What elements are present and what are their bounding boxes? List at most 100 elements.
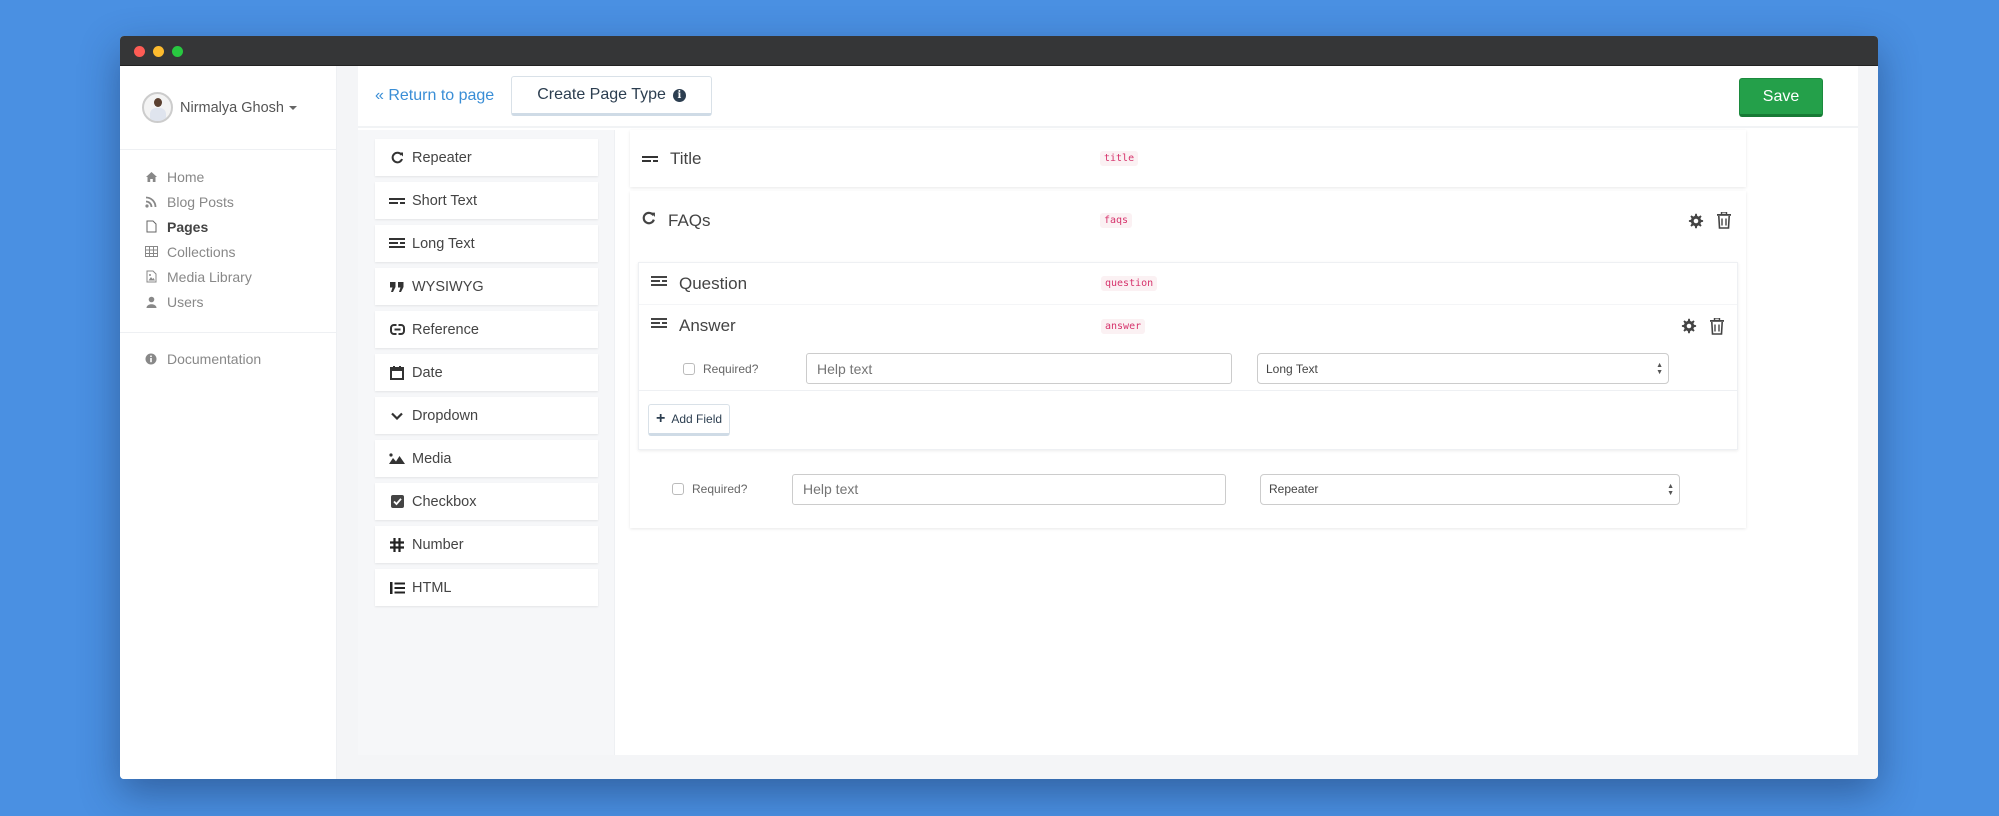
sidebar-item-documentation[interactable]: Documentation	[120, 346, 336, 371]
field-title[interactable]: Title title	[630, 130, 1746, 187]
caret-down-icon	[288, 105, 297, 110]
field-key: question	[1101, 276, 1158, 291]
home-icon	[144, 170, 158, 184]
info-circle-icon[interactable]: i	[672, 88, 686, 102]
table-icon	[144, 245, 158, 259]
checkbox-icon	[389, 494, 405, 510]
sidebar-item-label: Documentation	[167, 350, 262, 367]
field-type-label: Date	[412, 364, 443, 381]
sidebar-item-collections[interactable]: Collections	[120, 239, 336, 264]
gear-icon[interactable]	[1681, 317, 1697, 335]
minimize-window-button[interactable]	[153, 46, 164, 57]
field-type-checkbox[interactable]: Checkbox	[375, 483, 598, 520]
long-text-icon	[651, 317, 667, 335]
save-button[interactable]: Save	[1739, 78, 1823, 117]
tab-create-page-type[interactable]: Create Page Type i	[511, 76, 712, 116]
field-name: Answer	[679, 316, 736, 335]
field-answer[interactable]: Answer answer	[639, 305, 1737, 347]
select-arrows-icon: ▲ ▼	[1656, 362, 1663, 376]
field-key: title	[1100, 151, 1139, 166]
help-text-input[interactable]	[792, 473, 1226, 505]
field-type-label: Dropdown	[412, 407, 479, 424]
short-text-icon	[642, 150, 658, 168]
field-type-dropdown[interactable]: Dropdown	[375, 397, 598, 434]
answer-options: Required? Long Text ▲▼	[639, 347, 1737, 391]
field-type-date[interactable]: Date	[375, 354, 598, 391]
sidebar-item-label: Blog Posts	[167, 193, 234, 210]
help-text-input[interactable]	[806, 353, 1232, 384]
user-icon	[144, 295, 158, 309]
required-checkbox[interactable]	[672, 483, 684, 495]
quote-icon	[389, 279, 405, 295]
sidebar-item-pages[interactable]: Pages	[120, 214, 336, 239]
repeat-icon	[389, 150, 405, 166]
field-type-wysiwyg[interactable]: WYSIWYG	[375, 268, 598, 305]
link-icon	[389, 322, 405, 338]
field-type-label: Short Text	[412, 192, 478, 209]
return-to-page-link[interactable]: « Return to page	[375, 87, 494, 105]
field-name: Question	[679, 273, 748, 293]
hash-icon	[389, 537, 405, 553]
field-key: faqs	[1100, 213, 1133, 228]
add-field-button[interactable]: + Add Field	[648, 404, 731, 436]
field-type-label: WYSIWYG	[412, 278, 484, 295]
rss-icon	[144, 195, 158, 209]
field-type-label: Long Text	[412, 235, 475, 252]
short-text-icon	[389, 193, 405, 209]
field-key: answer	[1101, 318, 1146, 334]
image-icon	[389, 451, 405, 467]
field-name: Title	[670, 148, 702, 168]
field-name: FAQs	[668, 210, 711, 230]
trash-icon[interactable]	[1716, 212, 1732, 230]
field-type-media[interactable]: Media	[375, 440, 598, 477]
sidebar-nav: Home Blog Posts Pages Collections Media …	[120, 150, 336, 333]
faqs-options: Required? Repeater ▲▼	[630, 450, 1746, 528]
field-type-number[interactable]: Number	[375, 526, 598, 563]
add-field-row: + Add Field	[639, 391, 1737, 449]
sidebar-secondary-nav: Documentation	[120, 333, 336, 371]
field-type-label: Repeater	[412, 149, 472, 166]
sidebar-item-media-library[interactable]: Media Library	[120, 264, 336, 289]
field-type-repeater[interactable]: Repeater	[375, 139, 598, 176]
field-question[interactable]: Question question	[639, 263, 1737, 305]
sidebar-item-blog-posts[interactable]: Blog Posts	[120, 189, 336, 214]
field-type-select[interactable]: Repeater ▲ ▼	[1260, 473, 1680, 505]
info-circle-icon	[144, 352, 158, 366]
field-type-label: Reference	[412, 321, 479, 338]
add-field-label: Add Field	[671, 412, 723, 426]
field-type-long-text[interactable]: Long Text	[375, 225, 598, 262]
field-type-reference[interactable]: Reference	[375, 311, 598, 348]
plus-icon: +	[656, 410, 666, 427]
long-text-icon	[389, 236, 405, 252]
sidebar-item-home[interactable]: Home	[120, 164, 336, 189]
user-menu[interactable]: Nirmalya Ghosh	[120, 66, 336, 150]
maximize-window-button[interactable]	[172, 46, 183, 57]
gear-icon[interactable]	[1688, 212, 1704, 230]
repeater-children: Question question Answer answer Required…	[638, 262, 1738, 450]
sidebar-item-users[interactable]: Users	[120, 289, 336, 314]
field-type-short-text[interactable]: Short Text	[375, 182, 598, 219]
field-type-label: HTML	[412, 579, 452, 596]
app-window: Nirmalya Ghosh Home Blog Posts Pages Col…	[120, 36, 1878, 779]
page-type-fields: Title title FAQs faqs Question question …	[630, 130, 1746, 532]
field-type-label: Media	[412, 450, 452, 467]
sidebar: Nirmalya Ghosh Home Blog Posts Pages Col…	[120, 66, 337, 779]
field-type-select[interactable]: Long Text ▲ ▼	[1257, 353, 1669, 384]
repeat-icon	[642, 211, 656, 230]
field-faqs[interactable]: FAQs faqs Question question Answer answe…	[630, 191, 1746, 528]
list-icon	[389, 580, 405, 596]
editor-header: « Return to page Create Page Type i Save	[358, 66, 1858, 128]
image-icon	[144, 270, 158, 284]
select-value: Long Text	[1266, 361, 1318, 376]
field-actions	[1688, 212, 1732, 230]
chevron-down-icon	[389, 408, 405, 424]
trash-icon[interactable]	[1709, 317, 1725, 335]
required-label: Required?	[692, 482, 748, 496]
close-window-button[interactable]	[134, 46, 145, 57]
long-text-icon	[651, 275, 667, 293]
title-bar	[120, 36, 1878, 66]
field-type-label: Number	[412, 536, 464, 553]
sidebar-item-label: Home	[167, 168, 205, 185]
field-type-html[interactable]: HTML	[375, 569, 598, 606]
required-checkbox[interactable]	[683, 362, 695, 375]
